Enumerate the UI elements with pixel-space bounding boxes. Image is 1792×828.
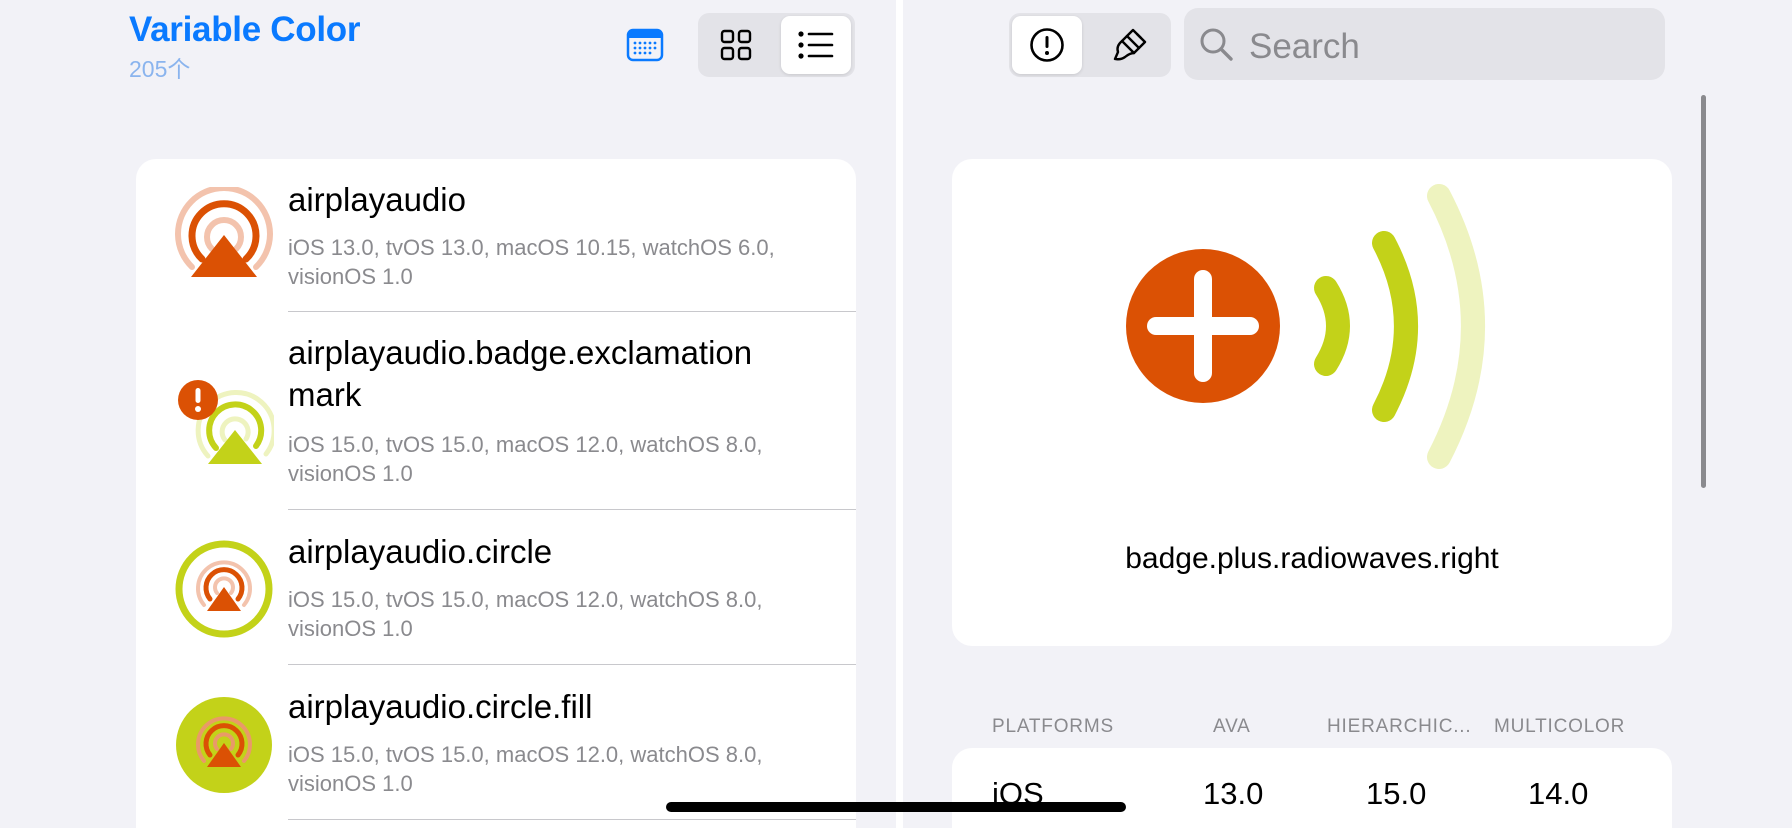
row-separator	[288, 819, 856, 820]
info-mode-button[interactable]	[1012, 16, 1082, 74]
table-cell-multicolor: 14.0	[1528, 776, 1589, 811]
column-header-ava: AVA	[1213, 716, 1251, 737]
exclamationmark-circle-icon	[1030, 28, 1064, 62]
list-item[interactable]: airplayaudio.circle.fill iOS 15.0, tvOS …	[136, 665, 856, 820]
symbol-platforms: iOS 15.0, tvOS 15.0, macOS 12.0, watchOS…	[288, 587, 763, 641]
symbol-name: airplayaudio	[288, 181, 466, 218]
home-indicator[interactable]	[666, 802, 1126, 812]
symbol-name: airplayaudio.circle	[288, 533, 553, 570]
page-title: Variable Color	[129, 10, 361, 49]
symbol-platforms: iOS 13.0, tvOS 13.0, macOS 10.15, watchO…	[288, 235, 775, 289]
symbol-detail-pane: Search badge.plus.radiowaves.right PLATF…	[903, 0, 1792, 828]
pane-divider[interactable]	[896, 0, 903, 828]
symbol-name: airplayaudio.badge.exclamation mark	[288, 334, 753, 413]
paintbrush-mode-button[interactable]	[1092, 16, 1168, 74]
render-mode-segmented-control	[1009, 13, 1171, 77]
symbol-name: airplayaudio.circle.fill	[288, 688, 593, 725]
magnifyingglass-icon	[1200, 28, 1233, 61]
symbol-list-pane: Variable Color 205个 airplayaudio iOS 13.…	[0, 0, 896, 828]
list-item[interactable]: airplayaudio.circle iOS 15.0, tvOS 15.0,…	[136, 510, 856, 665]
column-header-platforms: PLATFORMS	[992, 716, 1114, 737]
list-view-button[interactable]	[781, 16, 851, 74]
column-header-hierarchical: HIERARCHIC...	[1327, 716, 1472, 737]
availability-table: iOS 13.0 15.0 14.0	[952, 748, 1672, 828]
symbol-name-label: badge.plus.radiowaves.right	[1125, 542, 1499, 575]
symbol-preview-card: badge.plus.radiowaves.right	[952, 159, 1672, 646]
search-placeholder: Search	[1249, 27, 1360, 66]
airplayaudio-circle-icon	[174, 539, 274, 639]
badge-plus-radiowaves-right-icon	[1122, 174, 1502, 494]
view-mode-segmented-control	[698, 13, 855, 77]
calendar-icon[interactable]	[626, 26, 664, 62]
grid-icon	[720, 29, 752, 61]
list-icon	[798, 31, 834, 59]
search-field[interactable]: Search	[1184, 8, 1665, 80]
list-item[interactable]: airplayaudio.badge.exclamation mark iOS …	[136, 312, 856, 510]
table-cell-hierarchical: 15.0	[1366, 776, 1427, 811]
column-header-multicolor: MULTICOLOR	[1494, 716, 1626, 737]
paintbrush-icon	[1113, 28, 1147, 61]
symbol-platforms: iOS 15.0, tvOS 15.0, macOS 12.0, watchOS…	[288, 742, 763, 796]
scrollbar[interactable]	[1701, 95, 1706, 488]
airplayaudio-circle-fill-icon	[174, 695, 274, 795]
table-cell-ava: 13.0	[1203, 776, 1264, 811]
airplayaudio-badge-exclamationmark-icon	[174, 380, 277, 480]
list-item[interactable]: airplayaudio iOS 13.0, tvOS 13.0, macOS …	[136, 159, 856, 312]
grid-view-button[interactable]	[701, 16, 771, 74]
symbol-count: 205个	[129, 56, 191, 82]
symbol-list: airplayaudio iOS 13.0, tvOS 13.0, macOS …	[136, 159, 856, 828]
symbol-platforms: iOS 15.0, tvOS 15.0, macOS 12.0, watchOS…	[288, 432, 763, 486]
airplayaudio-icon	[174, 185, 274, 287]
